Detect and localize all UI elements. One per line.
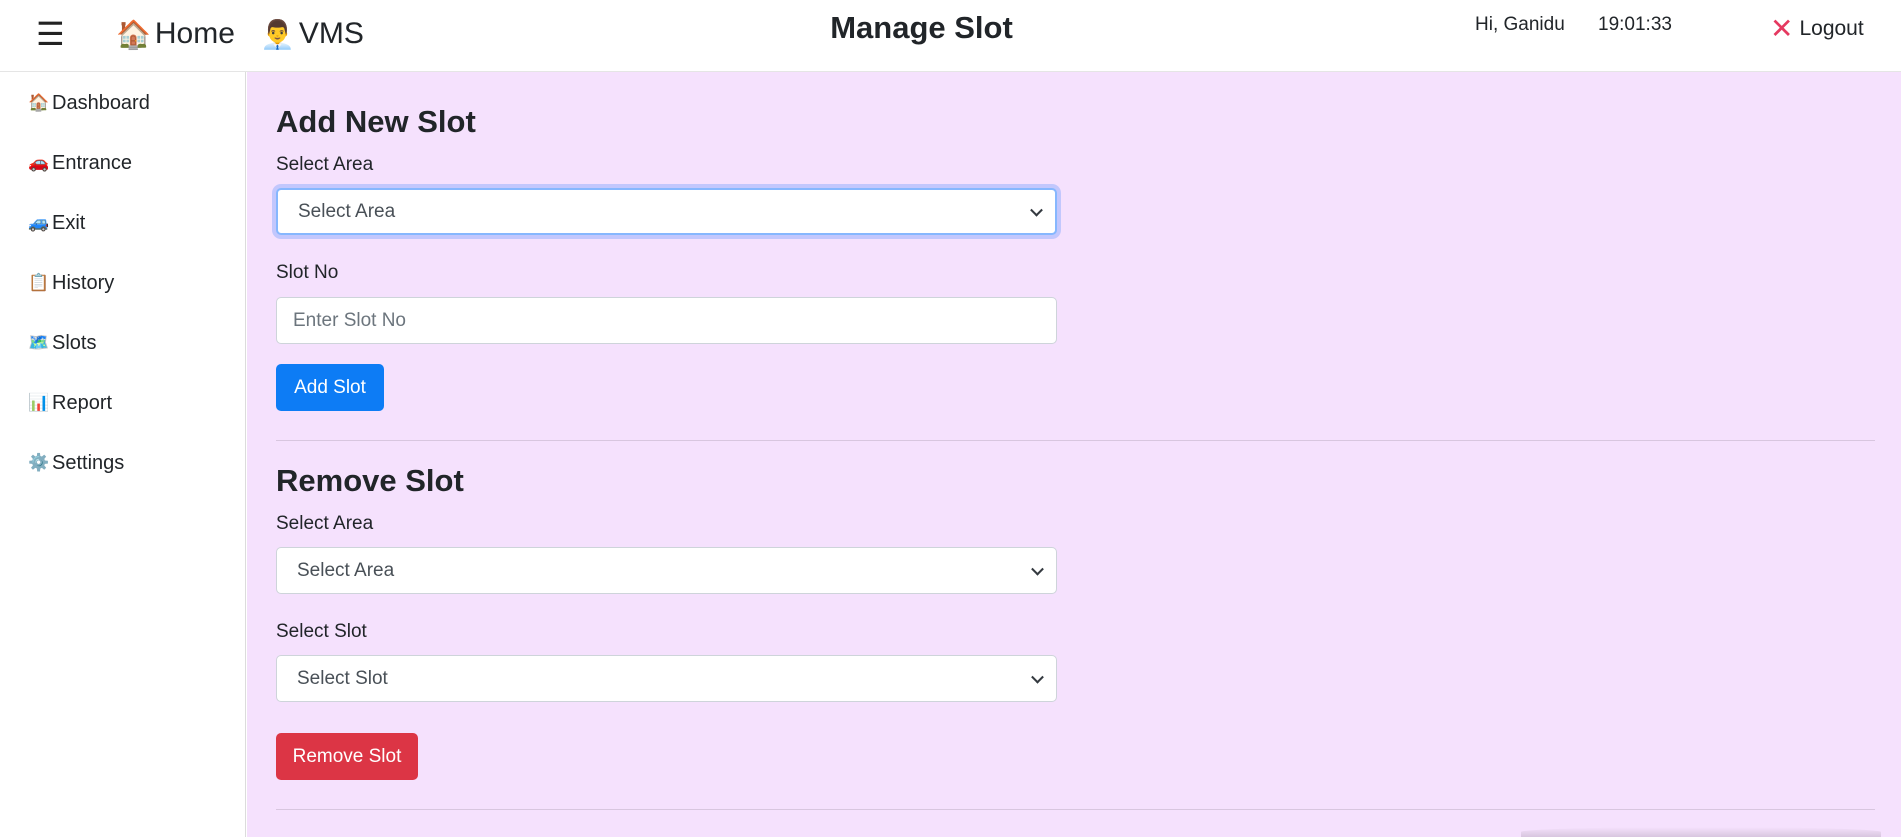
sidebar-item-label: Dashboard bbox=[52, 91, 150, 114]
sidebar-item-label: Exit bbox=[52, 211, 86, 234]
chevron-down-icon bbox=[1031, 562, 1044, 576]
main-content: Add New Slot Select Area Select Area Slo… bbox=[247, 72, 1901, 837]
add-slot-button[interactable]: Add Slot bbox=[276, 364, 384, 411]
clock: 19:01:33 bbox=[1598, 14, 1672, 35]
suv-icon: 🚙 bbox=[28, 213, 50, 233]
bottom-shadow bbox=[1521, 827, 1881, 837]
sidebar-item-history[interactable]: 📋 History bbox=[28, 268, 114, 298]
logout-label: Logout bbox=[1799, 17, 1864, 40]
sidebar-item-entrance[interactable]: 🚗 Entrance bbox=[28, 148, 132, 178]
close-icon: ✕ bbox=[1770, 12, 1794, 45]
page-title: Manage Slot bbox=[830, 10, 1013, 45]
chevron-down-icon bbox=[1031, 670, 1044, 684]
sidebar-item-label: Slots bbox=[52, 331, 97, 354]
sidebar-item-dashboard[interactable]: 🏠 Dashboard bbox=[28, 88, 150, 118]
user-greeting: Hi, Ganidu bbox=[1475, 14, 1565, 35]
remove-area-label: Select Area bbox=[276, 513, 374, 534]
gear-icon: ⚙️ bbox=[28, 453, 50, 473]
add-area-select[interactable]: Select Area bbox=[276, 188, 1057, 235]
house-icon: 🏠 bbox=[28, 93, 50, 113]
sidebar-item-exit[interactable]: 🚙 Exit bbox=[28, 208, 85, 238]
sidebar-item-settings[interactable]: ⚙️ Settings bbox=[28, 448, 124, 478]
bar-chart-icon: 📊 bbox=[28, 393, 50, 413]
sidebar-item-label: Entrance bbox=[52, 151, 133, 174]
sidebar-item-slots[interactable]: 🗺️ Slots bbox=[28, 328, 96, 358]
remove-slot-button[interactable]: Remove Slot bbox=[276, 733, 418, 780]
top-navbar: ☰ 🏠 Home 👨‍💼 VMS Manage Slot Hi, Ganidu … bbox=[0, 0, 1901, 72]
add-area-label: Select Area bbox=[276, 154, 374, 175]
remove-area-select-value: Select Area bbox=[297, 559, 395, 581]
sidebar: 🏠 Dashboard 🚗 Entrance 🚙 Exit 📋 History … bbox=[0, 72, 246, 837]
sidebar-item-label: Settings bbox=[52, 451, 125, 474]
section-divider bbox=[276, 809, 1875, 810]
sidebar-item-report[interactable]: 📊 Report bbox=[28, 388, 112, 418]
slot-no-label: Slot No bbox=[276, 262, 339, 283]
sidebar-item-label: Report bbox=[52, 391, 113, 414]
sidebar-item-label: History bbox=[52, 271, 115, 294]
slot-no-input[interactable]: Enter Slot No bbox=[276, 297, 1057, 344]
remove-slot-select-value: Select Slot bbox=[297, 667, 388, 689]
remove-slot-select[interactable]: Select Slot bbox=[276, 655, 1057, 702]
add-area-select-value: Select Area bbox=[298, 200, 396, 222]
logout-button[interactable]: ✕ Logout bbox=[1770, 15, 1864, 43]
slot-no-placeholder: Enter Slot No bbox=[293, 309, 406, 331]
map-icon: 🗺️ bbox=[28, 333, 50, 353]
clipboard-icon: 📋 bbox=[28, 273, 50, 293]
section-divider bbox=[276, 440, 1875, 441]
select-slot-label: Select Slot bbox=[276, 621, 367, 642]
remove-slot-heading: Remove Slot bbox=[276, 463, 464, 498]
chevron-down-icon bbox=[1030, 203, 1043, 217]
car-icon: 🚗 bbox=[28, 153, 50, 173]
remove-area-select[interactable]: Select Area bbox=[276, 547, 1057, 594]
add-slot-heading: Add New Slot bbox=[276, 104, 476, 139]
